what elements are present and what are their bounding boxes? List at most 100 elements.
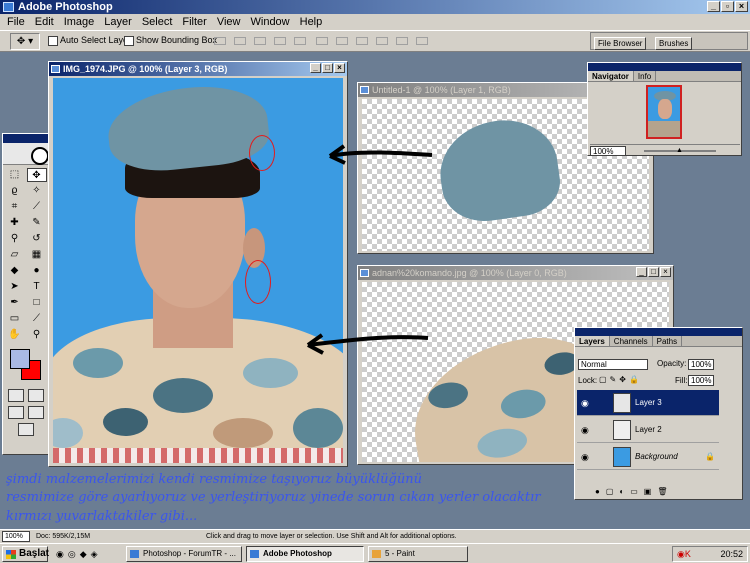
menu-layer[interactable]: Layer xyxy=(99,16,137,28)
full-screen-mode-icon[interactable] xyxy=(27,406,44,419)
doc-maximize-button[interactable]: □ xyxy=(322,63,333,73)
distribute-vcenter-icon[interactable] xyxy=(336,37,348,45)
minimize-button[interactable]: _ xyxy=(707,1,720,12)
navigator-panel-titlebar[interactable] xyxy=(588,63,741,71)
doc-minimize-button[interactable]: _ xyxy=(636,267,647,277)
visibility-eye-icon[interactable]: ◉ xyxy=(581,452,589,463)
clone-stamp-tool-icon[interactable]: ⚲ xyxy=(5,232,25,246)
tray-icons[interactable]: ◉K xyxy=(677,547,691,561)
visibility-eye-icon[interactable]: ◉ xyxy=(581,425,589,436)
align-bottom-icon[interactable] xyxy=(254,37,266,45)
shape-tool-icon[interactable]: □ xyxy=(27,296,47,310)
doc-maximize-button[interactable]: □ xyxy=(648,267,659,277)
distribute-top-icon[interactable] xyxy=(316,37,328,45)
lock-icons[interactable]: ▢✎✥🔒 xyxy=(599,375,642,384)
magic-wand-tool-icon[interactable]: ✧ xyxy=(27,184,47,198)
task-adobe-photoshop[interactable]: Adobe Photoshop xyxy=(246,546,364,562)
path-selection-tool-icon[interactable]: ➤ xyxy=(5,280,25,294)
history-brush-tool-icon[interactable]: ↺ xyxy=(27,232,47,246)
distribute-bottom-icon[interactable] xyxy=(356,37,368,45)
info-tab[interactable]: Info xyxy=(634,71,657,81)
paths-tab[interactable]: Paths xyxy=(653,336,683,346)
status-doc-size[interactable]: Doc: 595K/2,15M xyxy=(36,530,90,543)
standard-screen-mode-icon[interactable] xyxy=(7,406,24,419)
adnan-document-titlebar[interactable]: adnan%20komando.jpg @ 100% (Layer 0, RGB… xyxy=(358,266,673,280)
status-zoom-field[interactable]: 100% xyxy=(2,531,30,542)
notes-tool-icon[interactable]: ▭ xyxy=(5,312,25,326)
layers-footer-buttons[interactable]: ●▢◐▭▣🗑 xyxy=(577,487,739,497)
navigator-tab[interactable]: Navigator xyxy=(588,71,634,81)
distribute-left-icon[interactable] xyxy=(376,37,388,45)
task-photoshop-forumtr[interactable]: Photoshop - ForumTR - ... xyxy=(126,546,242,562)
menu-help[interactable]: Help xyxy=(295,16,328,28)
brushes-tab[interactable]: Brushes xyxy=(655,37,693,50)
main-document-titlebar[interactable]: IMG_1974.JPG @ 100% (Layer 3, RGB) _ □ × xyxy=(49,62,347,76)
task-paint[interactable]: 5 - Paint xyxy=(368,546,468,562)
gradient-tool-icon[interactable]: ▦ xyxy=(27,248,47,262)
layers-panel-titlebar[interactable] xyxy=(575,328,742,336)
align-hcenter-icon[interactable] xyxy=(294,37,306,45)
portrait-canvas[interactable] xyxy=(53,78,343,463)
zoom-slider-thumb-icon[interactable]: ▲ xyxy=(676,147,683,154)
opacity-field[interactable]: 100% xyxy=(688,359,714,370)
crop-tool-icon[interactable]: ⌗ xyxy=(5,200,25,214)
file-browser-tab[interactable]: File Browser xyxy=(594,37,647,50)
type-tool-icon[interactable]: T xyxy=(27,280,47,294)
foreground-color-swatch[interactable] xyxy=(10,349,30,369)
channels-tab[interactable]: Channels xyxy=(610,336,653,346)
toolbox-titlebar[interactable] xyxy=(3,134,48,143)
navigator-zoom-field[interactable]: 100% xyxy=(590,146,626,156)
dodge-tool-icon[interactable]: ● xyxy=(27,264,47,278)
menu-image[interactable]: Image xyxy=(59,16,100,28)
layer-thumbnail xyxy=(613,393,631,413)
menu-edit[interactable]: Edit xyxy=(30,16,59,28)
visibility-eye-icon[interactable]: ◉ xyxy=(581,398,589,409)
zoom-tool-icon[interactable]: ⚲ xyxy=(27,328,47,342)
blend-mode-select[interactable]: Normal xyxy=(578,359,648,370)
tool-preset-picker[interactable]: ✥ ▾ xyxy=(10,33,40,50)
bounding-box-checkbox[interactable] xyxy=(124,36,134,46)
brush-tool-icon[interactable]: ✎ xyxy=(27,216,47,230)
start-button[interactable]: Başlat xyxy=(2,546,49,562)
move-tool-icon[interactable]: ✥ xyxy=(26,168,47,182)
align-top-icon[interactable] xyxy=(214,37,226,45)
hand-tool-icon[interactable]: ✋ xyxy=(5,328,25,342)
doc-minimize-button[interactable]: _ xyxy=(310,63,321,73)
menu-file[interactable]: File xyxy=(2,16,30,28)
eraser-tool-icon[interactable]: ▱ xyxy=(5,248,25,262)
menu-window[interactable]: Window xyxy=(246,16,295,28)
blur-tool-icon[interactable]: ◆ xyxy=(5,264,25,278)
layer-row-layer-2[interactable]: ◉ Layer 2 xyxy=(577,417,719,443)
pen-tool-icon[interactable]: ✒ xyxy=(5,296,25,310)
menu-view[interactable]: View xyxy=(212,16,246,28)
navigator-thumbnail[interactable] xyxy=(646,85,682,139)
auto-select-checkbox[interactable] xyxy=(48,36,58,46)
quick-launch-icons[interactable]: ◉◎◆◈ xyxy=(56,549,102,560)
menu-filter[interactable]: Filter xyxy=(177,16,211,28)
app-titlebar[interactable]: Adobe Photoshop _ ▫ × xyxy=(0,0,750,14)
distribute-hcenter-icon[interactable] xyxy=(396,37,408,45)
lasso-tool-icon[interactable]: ϱ xyxy=(5,184,25,198)
fill-field[interactable]: 100% xyxy=(688,375,714,386)
close-button[interactable]: × xyxy=(735,1,748,12)
menu-select[interactable]: Select xyxy=(137,16,178,28)
healing-brush-tool-icon[interactable]: ✚ xyxy=(5,216,25,230)
doc-close-button[interactable]: × xyxy=(334,63,345,73)
photoshop-eye-icon[interactable] xyxy=(3,143,49,165)
eyedropper-tool-icon[interactable]: ⟋ xyxy=(27,312,47,326)
layers-tab[interactable]: Layers xyxy=(575,336,610,346)
slice-tool-icon[interactable]: ⟋ xyxy=(27,200,47,214)
clock[interactable]: 20:52 xyxy=(720,549,743,559)
untitled-document-title: Untitled-1 @ 100% (Layer 1, RGB) xyxy=(372,85,511,95)
doc-close-button[interactable]: × xyxy=(660,267,671,277)
standard-mode-icon[interactable] xyxy=(7,389,24,402)
align-left-icon[interactable] xyxy=(274,37,286,45)
align-vcenter-icon[interactable] xyxy=(234,37,246,45)
quick-mask-mode-icon[interactable] xyxy=(27,389,44,402)
layer-row-layer-3[interactable]: ◉ Layer 3 xyxy=(577,390,719,416)
marquee-tool-icon[interactable]: ⬚ xyxy=(5,168,25,182)
distribute-right-icon[interactable] xyxy=(416,37,428,45)
restore-button[interactable]: ▫ xyxy=(721,1,734,12)
layer-row-background[interactable]: ◉ Background 🔒 xyxy=(577,444,719,470)
jump-to-imageready-icon[interactable] xyxy=(17,423,34,436)
